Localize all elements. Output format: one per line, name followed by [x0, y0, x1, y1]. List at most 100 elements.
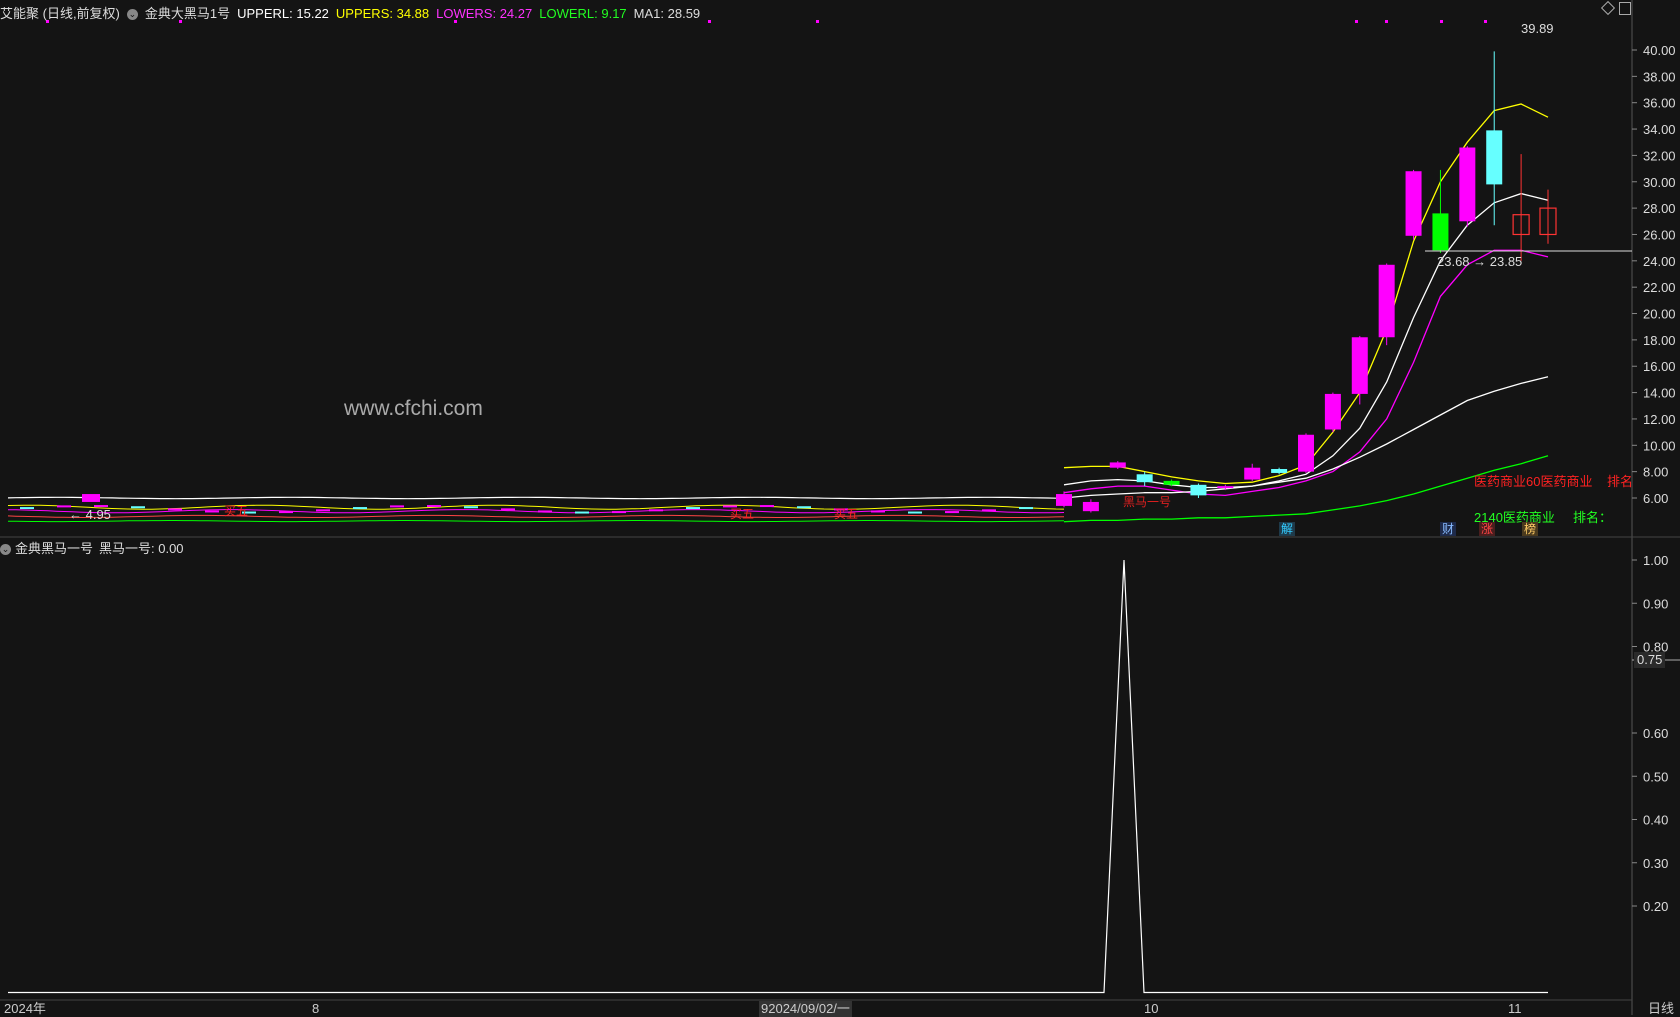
- y-tick-label: 22.00: [1643, 280, 1676, 295]
- y-tick-label: 34.00: [1643, 122, 1676, 137]
- watermark: www.cfchi.com: [344, 397, 483, 420]
- history-candle: [612, 511, 626, 514]
- marker-zhang[interactable]: 涨: [1479, 522, 1496, 536]
- y-tick-label: 20.00: [1643, 307, 1676, 322]
- signal-text-a: 买五: [224, 504, 249, 518]
- candle-body: [1082, 501, 1099, 512]
- y-tick-label: 26.00: [1643, 227, 1676, 242]
- upper-header: 艾能聚 (日线,前复权) ⌄ 金典大黑马1号 UPPERL: 15.22 UPPERS:…: [0, 3, 707, 21]
- price-line-label: 23.68 → 23.85: [1437, 254, 1523, 269]
- marker-cai[interactable]: 财: [1440, 522, 1457, 536]
- signal-dot: [1440, 20, 1443, 23]
- lower-indicator-name: 金典黑马一号: [15, 541, 94, 556]
- lower-header: ⌄ 金典黑马一号 黑马一号: 0.00: [0, 538, 184, 557]
- history-candle: [279, 511, 293, 514]
- history-candle: [131, 506, 145, 509]
- candle-body: [1324, 393, 1341, 430]
- lower-indicator-value: 黑马一号: 0.00: [99, 541, 184, 556]
- chevron-down-icon[interactable]: ⌄: [126, 9, 138, 21]
- marker-bang[interactable]: 榜: [1522, 522, 1539, 536]
- y-tick-label: 0.50: [1643, 769, 1668, 784]
- y-tick-label: 24.00: [1643, 254, 1676, 269]
- signal-dot: [1484, 20, 1487, 23]
- stock-title: 艾能聚 (日线,前复权): [0, 6, 120, 21]
- sector-rank-1: 医药商业60医药商业: [1474, 474, 1593, 489]
- y-tick-label: 0.90: [1643, 596, 1668, 611]
- history-candle: [945, 511, 959, 514]
- history-candle: [205, 510, 219, 513]
- signal-text-b: 买五: [730, 507, 755, 521]
- y-tick-label: 0.60: [1643, 726, 1668, 741]
- history-candle: [908, 511, 922, 514]
- signal-dot: [1355, 20, 1358, 23]
- candle-body: [1056, 494, 1072, 506]
- low-price-label: ← 4.95: [69, 507, 111, 522]
- y-tick-label: 28.00: [1643, 201, 1676, 216]
- y-tick-label: 10.00: [1643, 438, 1676, 453]
- history-candle: [649, 509, 663, 512]
- y-tick-label: 14.00: [1643, 386, 1676, 401]
- lowerl-value: LOWERL: 9.17: [539, 6, 627, 21]
- candle-body: [1351, 337, 1368, 394]
- candle-body: [1405, 171, 1422, 236]
- candle-body: [1486, 130, 1503, 185]
- candle-body: [1459, 147, 1476, 222]
- y-tick-label: 38.00: [1643, 69, 1676, 84]
- history-candle: [538, 510, 552, 513]
- lower-cursor-value: 0.75: [1634, 652, 1666, 668]
- y-tick-label: 6.00: [1643, 491, 1668, 506]
- candle-body: [1136, 474, 1153, 483]
- y-tick-label: 8.00: [1643, 465, 1668, 480]
- candle-body: [1190, 484, 1207, 496]
- history-candle: [464, 506, 478, 509]
- history-candle: [316, 509, 330, 512]
- candle-body: [1378, 264, 1395, 338]
- history-candle: [427, 505, 441, 508]
- y-tick-label: 30.00: [1643, 175, 1676, 190]
- y-tick-label: 0.20: [1643, 899, 1668, 914]
- y-tick-label: 16.00: [1643, 359, 1676, 374]
- history-candle: [353, 507, 367, 510]
- rank-label-1: 排名: [1607, 474, 1634, 489]
- y-tick-label: 0.30: [1643, 856, 1668, 871]
- signal-text-c: 买五: [834, 507, 859, 521]
- history-candle: [982, 509, 996, 512]
- candle-body: [1163, 480, 1180, 485]
- rank-label-2: 排名：: [1573, 510, 1613, 525]
- history-candle: [390, 505, 404, 508]
- marker-jie[interactable]: 解: [1279, 522, 1296, 536]
- candle-body: [1244, 467, 1261, 480]
- candle-body: [1271, 469, 1288, 473]
- y-tick-label: 32.00: [1643, 148, 1676, 163]
- uppers-value: UPPERS: 34.88: [335, 6, 430, 21]
- signal-dot: [708, 20, 711, 23]
- history-candle: [1019, 507, 1033, 510]
- candle-body: [1217, 486, 1234, 489]
- chevron-down-icon[interactable]: ⌄: [0, 544, 11, 556]
- y-tick-label: 1.00: [1643, 553, 1668, 568]
- y-tick-label: 40.00: [1643, 43, 1676, 58]
- signal-text-d: 黑马一号: [1123, 495, 1172, 509]
- heima-line: [8, 559, 1548, 994]
- ma1-value: MA1: 28.59: [633, 6, 701, 21]
- candle-body: [1432, 213, 1449, 251]
- history-candle: [575, 511, 589, 514]
- history-candle: [797, 506, 811, 509]
- candle-body: [1298, 434, 1314, 472]
- lowerl-line-history: [7, 520, 1065, 523]
- lowers-value: LOWERS: 24.27: [436, 6, 533, 21]
- history-candle: [871, 510, 885, 513]
- upperl-value: UPPERL: 15.22: [237, 6, 329, 21]
- series-line-uppers: [1063, 103, 1549, 485]
- history-candle: [168, 508, 182, 511]
- history-candle: [501, 508, 515, 511]
- signal-dot: [1385, 20, 1388, 23]
- y-tick-label: 36.00: [1643, 96, 1676, 111]
- upperl-line-history: [7, 496, 1065, 500]
- lowers-line-history: [7, 509, 1065, 514]
- y-tick-label: 0.40: [1643, 813, 1668, 828]
- uppers-line-history: [7, 504, 1065, 510]
- panel-toggle-icon[interactable]: [1619, 2, 1631, 15]
- y-tick-label: 12.00: [1643, 412, 1676, 427]
- indicator-name: 金典大黑马1号: [144, 6, 231, 21]
